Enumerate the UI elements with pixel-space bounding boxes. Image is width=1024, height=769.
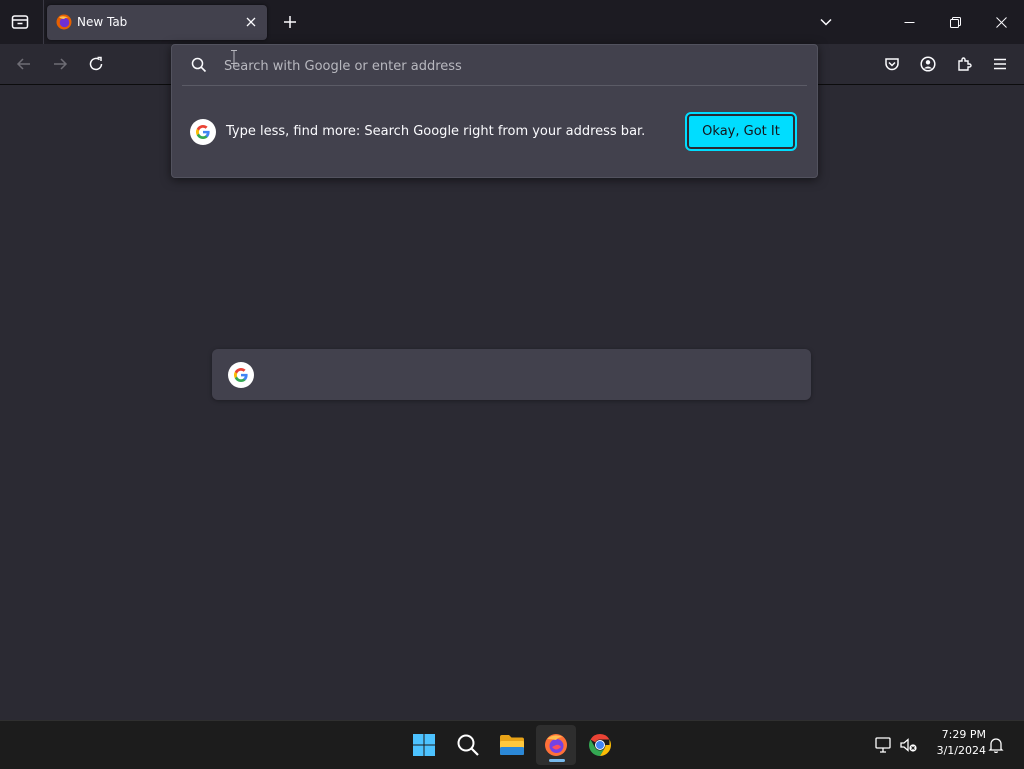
windows-start-icon [413, 734, 435, 756]
minimize-button[interactable] [886, 0, 932, 44]
list-all-tabs-button[interactable] [808, 4, 844, 40]
taskbar-chrome-button[interactable] [580, 725, 620, 765]
taskbar [0, 720, 1024, 769]
firefox-favicon-icon [56, 14, 72, 30]
tab-title: New Tab [77, 15, 128, 29]
newtab-search-box[interactable] [212, 349, 811, 400]
puzzle-icon [958, 57, 972, 71]
arrow-right-icon [54, 58, 68, 70]
extensions-button[interactable] [948, 48, 980, 80]
volume-muted-icon [900, 738, 917, 752]
arrow-left-icon [16, 58, 30, 70]
google-icon [228, 362, 254, 388]
reload-button[interactable] [80, 48, 112, 80]
active-app-indicator [549, 759, 565, 762]
close-icon [246, 17, 256, 27]
tab-close-button[interactable] [241, 12, 261, 32]
app-menu-button[interactable] [984, 48, 1016, 80]
plus-icon [284, 16, 296, 28]
urlbar-popup: Type less, find more: Search Google righ… [171, 44, 818, 178]
minimize-icon [904, 21, 914, 23]
account-button[interactable] [912, 48, 944, 80]
text-cursor-icon [231, 50, 237, 64]
chevron-down-icon [820, 18, 832, 26]
reload-icon [89, 56, 103, 71]
urlbar-input[interactable] [222, 54, 786, 78]
close-window-button[interactable] [978, 0, 1024, 44]
network-tray-button[interactable] [874, 735, 894, 755]
pocket-button[interactable] [876, 48, 908, 80]
tip-text: Type less, find more: Search Google righ… [226, 124, 646, 139]
search-icon [457, 734, 479, 756]
google-icon [190, 119, 216, 145]
volume-tray-button[interactable] [899, 735, 919, 755]
start-button[interactable] [404, 725, 444, 765]
notifications-button[interactable] [986, 735, 1006, 755]
taskbar-clock[interactable]: 7:29 PM 3/1/2024 [926, 727, 986, 759]
new-tab-button[interactable] [272, 4, 308, 40]
forward-button[interactable] [44, 48, 76, 80]
title-bar: New Tab [0, 0, 1024, 44]
account-icon [920, 56, 936, 72]
chrome-icon [589, 734, 611, 756]
clock-time: 7:29 PM [941, 728, 986, 741]
restore-button[interactable] [932, 0, 978, 44]
bell-icon [988, 738, 1004, 753]
hamburger-icon [994, 58, 1006, 70]
firefox-icon [545, 734, 567, 756]
folder-icon [500, 735, 524, 755]
firefox-view-icon [11, 15, 29, 29]
pocket-icon [885, 58, 899, 71]
close-icon [995, 16, 1007, 28]
file-explorer-button[interactable] [492, 725, 532, 765]
urlbar-divider [182, 85, 807, 86]
back-button[interactable] [8, 48, 40, 80]
tab-separator [43, 0, 44, 44]
clock-date: 3/1/2024 [936, 744, 986, 757]
tab-new-tab[interactable]: New Tab [47, 5, 267, 40]
firefox-view-button[interactable] [2, 4, 38, 40]
search-icon [191, 57, 207, 73]
restore-icon [949, 16, 961, 28]
taskbar-search-button[interactable] [448, 725, 488, 765]
urlbar[interactable] [172, 45, 817, 85]
okay-got-it-button[interactable]: Okay, Got It [685, 112, 797, 151]
network-icon [875, 737, 891, 753]
